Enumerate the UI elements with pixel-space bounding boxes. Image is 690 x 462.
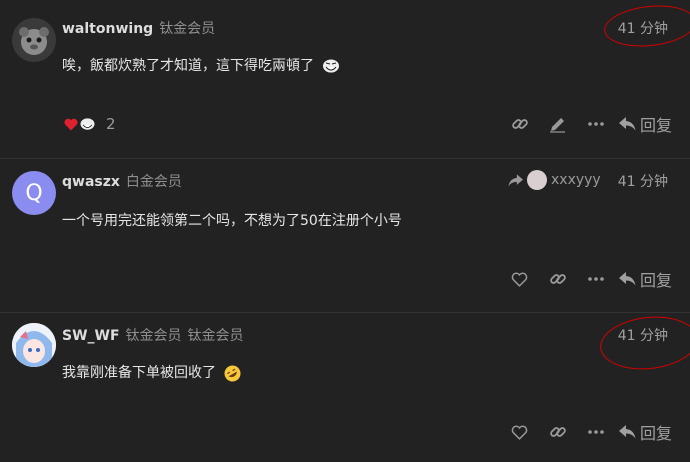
copy-link-button[interactable] (539, 419, 577, 445)
reply-icon (618, 272, 636, 286)
troll-emoji (322, 58, 341, 74)
reply-button[interactable]: 回复 (618, 267, 672, 291)
copy-link-button[interactable] (501, 111, 539, 137)
reactions[interactable]: 2 (64, 115, 116, 133)
ellipsis-icon (588, 277, 604, 281)
link-icon (550, 427, 566, 437)
pencil-icon (550, 117, 566, 133)
post-text: 我靠刚准备下单被回收了 (62, 365, 216, 381)
post-meta: SW_WF 钛金会员 钛金会员 (62, 325, 244, 345)
user-title: 钛金会员 (187, 328, 244, 344)
more-button[interactable] (577, 266, 615, 292)
post-time[interactable]: 41 分钟 (618, 18, 668, 38)
avatar-image (12, 323, 56, 367)
reply-button[interactable]: 回复 (618, 112, 672, 136)
avatar-qwaszx[interactable]: Q (12, 171, 56, 215)
post-meta: qwaszx 白金会员 (62, 171, 182, 191)
post-2: Q qwaszx 白金会员 xxxyyy 41 分钟 一个号用完还能领第二个吗，不… (0, 159, 690, 312)
avatar-waltonwing[interactable] (12, 18, 56, 62)
post-body: 唉，飯都炊熟了才知道，這下得吃兩頓了 (62, 55, 341, 75)
ellipsis-icon (588, 430, 604, 434)
post-meta: waltonwing 钛金会员 (62, 18, 215, 38)
reply-to-username: xxxyyy (551, 172, 601, 188)
more-button[interactable] (577, 111, 615, 137)
reply-label: 回复 (639, 116, 672, 135)
post-body: 我靠刚准备下单被回收了 (62, 362, 241, 382)
link-icon (512, 119, 528, 129)
heart-icon (512, 272, 528, 287)
reply-label: 回复 (639, 271, 672, 290)
ellipsis-icon (588, 122, 604, 126)
avatar-image (12, 18, 56, 62)
heart-icon (512, 425, 528, 440)
rofl-emoji (224, 365, 241, 382)
reply-icon (618, 425, 636, 439)
user-title: 白金会员 (125, 174, 182, 190)
post-1: waltonwing 钛金会员 41 分钟 唉，飯都炊熟了才知道，這下得吃兩頓了 … (0, 0, 690, 158)
post-time[interactable]: 41 分钟 (618, 325, 668, 345)
username[interactable]: qwaszx (62, 174, 120, 190)
avatar-sw-wf[interactable] (12, 323, 56, 367)
reaction-count: 2 (106, 115, 116, 133)
reply-button[interactable]: 回复 (618, 420, 672, 444)
reply-to[interactable]: xxxyyy (508, 170, 601, 190)
post-text: 唉，飯都炊熟了才知道，這下得吃兩頓了 (62, 58, 314, 74)
edit-button[interactable] (539, 111, 577, 137)
reply-icon (618, 117, 636, 131)
copy-link-button[interactable] (539, 266, 577, 292)
like-button[interactable] (501, 419, 539, 445)
more-button[interactable] (577, 419, 615, 445)
post-3: SW_WF 钛金会员 钛金会员 41 分钟 我靠刚准备下单被回收了 回复 (0, 312, 690, 462)
post-time[interactable]: 41 分钟 (618, 171, 668, 191)
reply-to-avatar (527, 170, 547, 190)
avatar-letter: Q (25, 180, 43, 206)
link-icon (550, 274, 566, 284)
heart-icon (64, 118, 78, 131)
post-actions: 回复 (501, 266, 672, 292)
post-actions: 回复 (501, 111, 672, 137)
post-body: 一个号用完还能领第二个吗，不想为了50在注册个小号 (62, 213, 402, 229)
user-title: 钛金会员 (159, 21, 216, 37)
like-button[interactable] (501, 266, 539, 292)
share-arrow-icon (508, 173, 523, 186)
user-title: 钛金会员 (125, 328, 182, 344)
username[interactable]: SW_WF (62, 328, 120, 344)
post-actions: 回复 (501, 419, 672, 445)
troll-emoji (79, 117, 96, 131)
username[interactable]: waltonwing (62, 21, 153, 37)
reply-label: 回复 (639, 424, 672, 443)
